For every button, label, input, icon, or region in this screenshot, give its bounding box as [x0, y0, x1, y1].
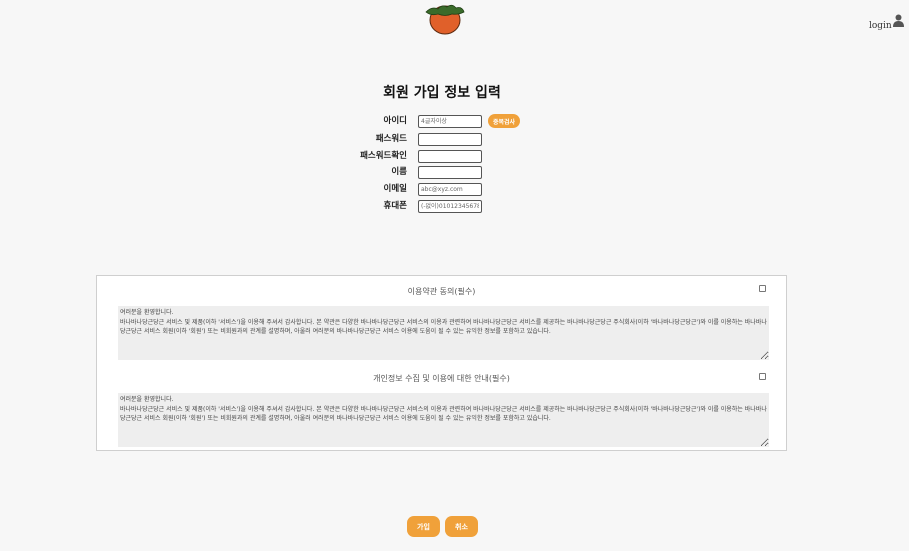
password-label: 패스워드	[375, 134, 407, 144]
privacy-policy-checkbox[interactable]	[759, 373, 766, 380]
join-button[interactable]: 가입	[407, 516, 440, 537]
password-confirm-row: 패스워드확인	[0, 150, 909, 163]
id-label: 아이디	[383, 116, 407, 126]
terms-of-service-title: 이용약관 동의(필수)	[407, 287, 476, 296]
name-input[interactable]	[418, 166, 482, 179]
password-confirm-input[interactable]	[418, 150, 482, 163]
id-row: 아이디 중복검사	[0, 114, 909, 128]
terms-box: 이용약관 동의(필수) 개인정보 수집 및 이용에 대한 안내(필수)	[96, 275, 787, 451]
duplicate-check-button[interactable]: 중복검사	[488, 114, 520, 128]
name-row: 이름	[0, 166, 909, 179]
id-input[interactable]	[418, 115, 482, 128]
user-icon[interactable]	[893, 14, 904, 27]
terms-of-service-checkbox[interactable]	[759, 285, 766, 292]
name-label: 이름	[391, 167, 407, 177]
password-row: 패스워드	[0, 133, 909, 146]
phone-input[interactable]	[418, 200, 482, 213]
phone-label: 휴대폰	[383, 201, 407, 211]
login-link[interactable]: login	[869, 21, 892, 31]
privacy-policy-title: 개인정보 수집 및 이용에 대한 안내(필수)	[373, 374, 510, 383]
email-input[interactable]	[418, 183, 482, 196]
email-row: 이메일	[0, 183, 909, 196]
cancel-button[interactable]: 취소	[445, 516, 478, 537]
page-title: 회원 가입 정보 입력	[383, 85, 501, 101]
terms-of-service-text[interactable]	[118, 306, 769, 360]
password-input[interactable]	[418, 133, 482, 146]
signup-page: login 회원 가입 정보 입력 아이디 중복검사 패스워드 패스워드확인 이…	[0, 0, 909, 551]
password-confirm-label: 패스워드확인	[360, 151, 407, 161]
carrot-logo-icon[interactable]	[424, 3, 466, 35]
privacy-policy-text[interactable]	[118, 393, 769, 447]
phone-row: 휴대폰	[0, 200, 909, 213]
email-label: 이메일	[383, 184, 407, 194]
